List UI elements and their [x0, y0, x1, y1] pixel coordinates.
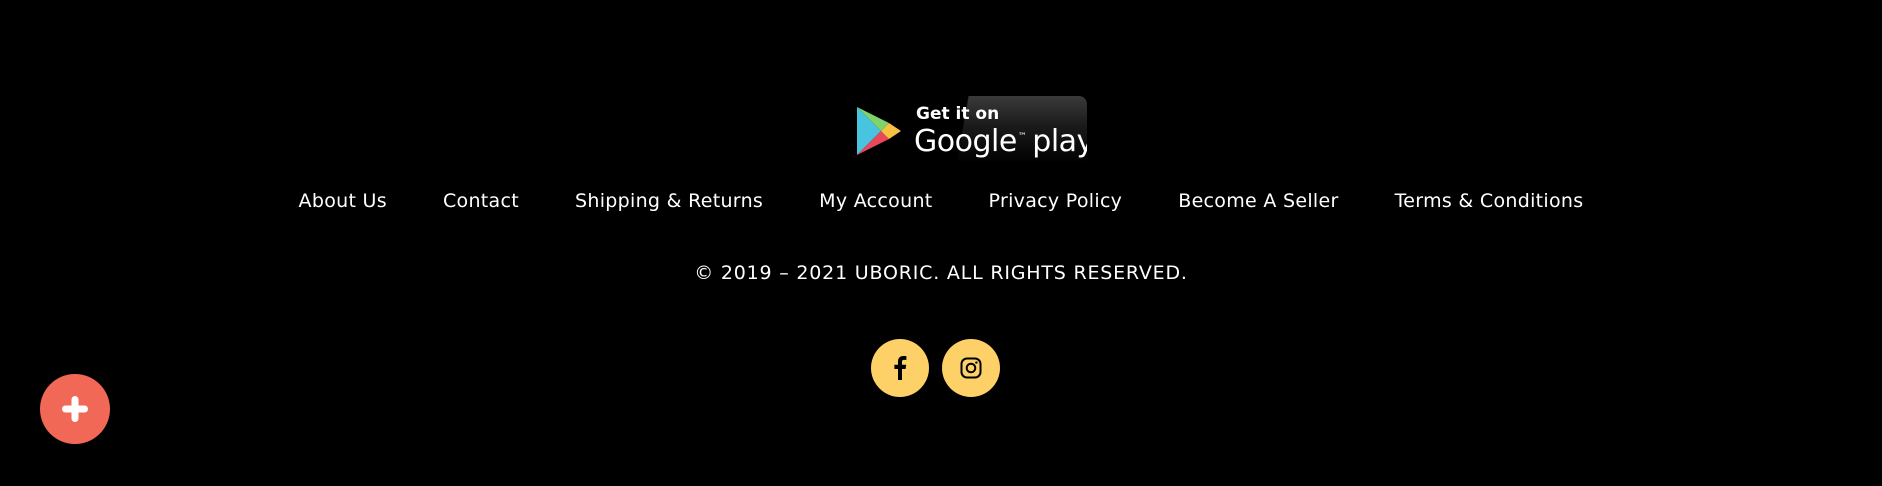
- footer-link-become-a-seller[interactable]: Become A Seller: [1150, 188, 1366, 214]
- floating-add-button[interactable]: [40, 374, 110, 444]
- trademark-mark: ™: [1017, 132, 1027, 142]
- badge-brand-text: Google™ play: [914, 124, 1087, 159]
- badge-small-text: Get it on: [916, 104, 1000, 124]
- social-links: [871, 339, 1000, 397]
- facebook-icon: [894, 356, 907, 380]
- facebook-button[interactable]: [871, 339, 929, 397]
- copyright-text: © 2019 – 2021 UBORIC. ALL RIGHTS RESERVE…: [694, 262, 1188, 284]
- badge-store-text: play: [1032, 124, 1087, 159]
- google-play-logo-icon: [857, 107, 901, 155]
- instagram-button[interactable]: [942, 339, 1000, 397]
- google-play-badge[interactable]: Get it on Google™ play: [847, 96, 1087, 164]
- instagram-icon: [960, 357, 982, 379]
- footer-link-terms-conditions[interactable]: Terms & Conditions: [1367, 188, 1612, 214]
- footer-nav: About Us Contact Shipping & Returns My A…: [0, 188, 1882, 214]
- site-footer: Get it on Google™ play About Us Contact S…: [0, 0, 1882, 486]
- footer-link-about-us[interactable]: About Us: [271, 188, 415, 214]
- plus-icon: [62, 396, 88, 422]
- footer-link-privacy-policy[interactable]: Privacy Policy: [961, 188, 1151, 214]
- footer-link-my-account[interactable]: My Account: [791, 188, 960, 214]
- footer-link-shipping-returns[interactable]: Shipping & Returns: [547, 188, 791, 214]
- badge-brand-google: Google: [914, 124, 1017, 159]
- footer-link-contact[interactable]: Contact: [415, 188, 547, 214]
